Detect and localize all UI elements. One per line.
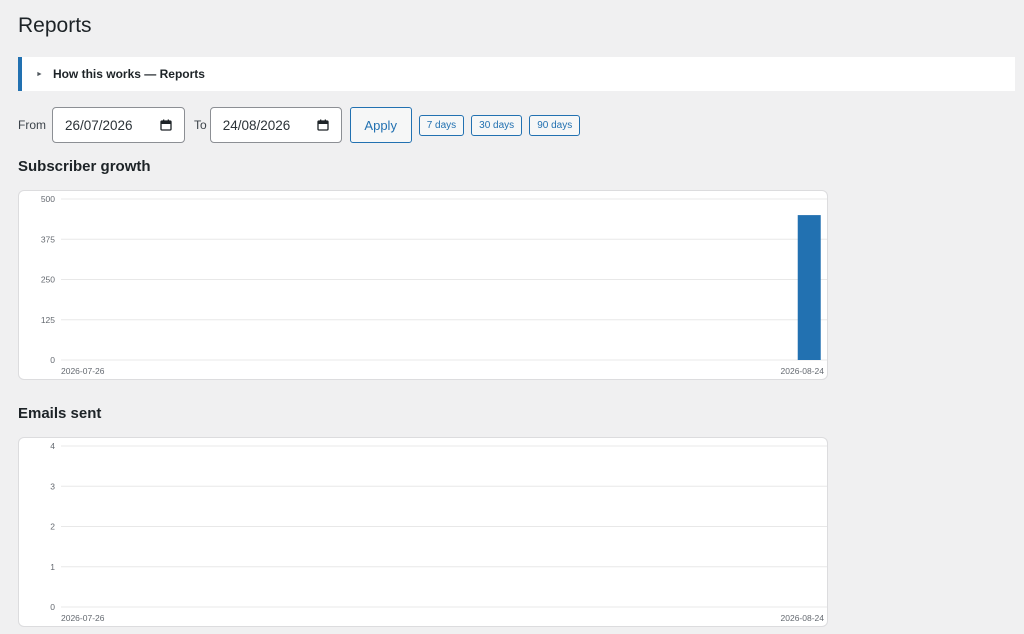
y-tick-label: 1 xyxy=(50,562,55,572)
page-title: Reports xyxy=(18,14,92,37)
y-tick-label: 4 xyxy=(50,441,55,451)
from-date-value: 26/07/2026 xyxy=(65,117,133,133)
y-tick-label: 125 xyxy=(41,315,55,325)
emails-sent-chart-svg: 0 1 2 3 4 2026-07-26 2026-08-24 xyxy=(50,441,827,623)
x-tick-label: 2026-08-24 xyxy=(781,366,825,376)
to-date-input[interactable]: 24/08/2026 xyxy=(209,107,342,143)
y-tick-label: 250 xyxy=(41,275,55,285)
to-date-value: 24/08/2026 xyxy=(222,117,291,133)
subscriber-growth-title: Subscriber growth xyxy=(18,158,151,175)
y-tick-label: 375 xyxy=(41,234,55,244)
how-this-works-toggle[interactable]: ► How this works — Reports xyxy=(18,57,1015,91)
calendar-icon[interactable] xyxy=(317,119,329,131)
date-filter-bar: From 26/07/2026 To 24/08/2026 Apply 7 da… xyxy=(18,107,587,143)
emails-sent-chart: 0 1 2 3 4 2026-07-26 2026-08-24 xyxy=(18,437,828,627)
chart-bar[interactable] xyxy=(797,215,821,360)
from-date-input[interactable]: 26/07/2026 xyxy=(52,107,185,143)
y-tick-label: 0 xyxy=(50,602,55,612)
x-tick-label: 2026-08-24 xyxy=(781,613,825,623)
calendar-icon[interactable] xyxy=(160,119,172,131)
preset-30-days-button[interactable]: 30 days xyxy=(471,114,523,136)
y-tick-label: 2 xyxy=(50,522,55,532)
triangle-right-icon: ► xyxy=(36,70,43,78)
subscriber-growth-chart: 0 125 250 375 500 2026-07-26 2026-08-24 xyxy=(18,190,828,380)
preset-90-days-button[interactable]: 90 days xyxy=(529,114,581,136)
y-tick-label: 500 xyxy=(41,194,55,204)
x-tick-label: 2026-07-26 xyxy=(61,366,105,376)
preset-7-days-button[interactable]: 7 days xyxy=(418,114,465,136)
x-tick-label: 2026-07-26 xyxy=(61,613,105,623)
to-label: To xyxy=(194,118,207,132)
emails-sent-title: Emails sent xyxy=(18,405,102,422)
y-tick-label: 3 xyxy=(50,481,55,491)
from-label: From xyxy=(18,118,46,132)
subscriber-growth-chart-svg: 0 125 250 375 500 2026-07-26 2026-08-24 xyxy=(41,194,827,376)
how-this-works-label: How this works — Reports xyxy=(52,67,205,81)
y-tick-label: 0 xyxy=(50,355,55,365)
apply-button[interactable]: Apply xyxy=(349,107,412,143)
